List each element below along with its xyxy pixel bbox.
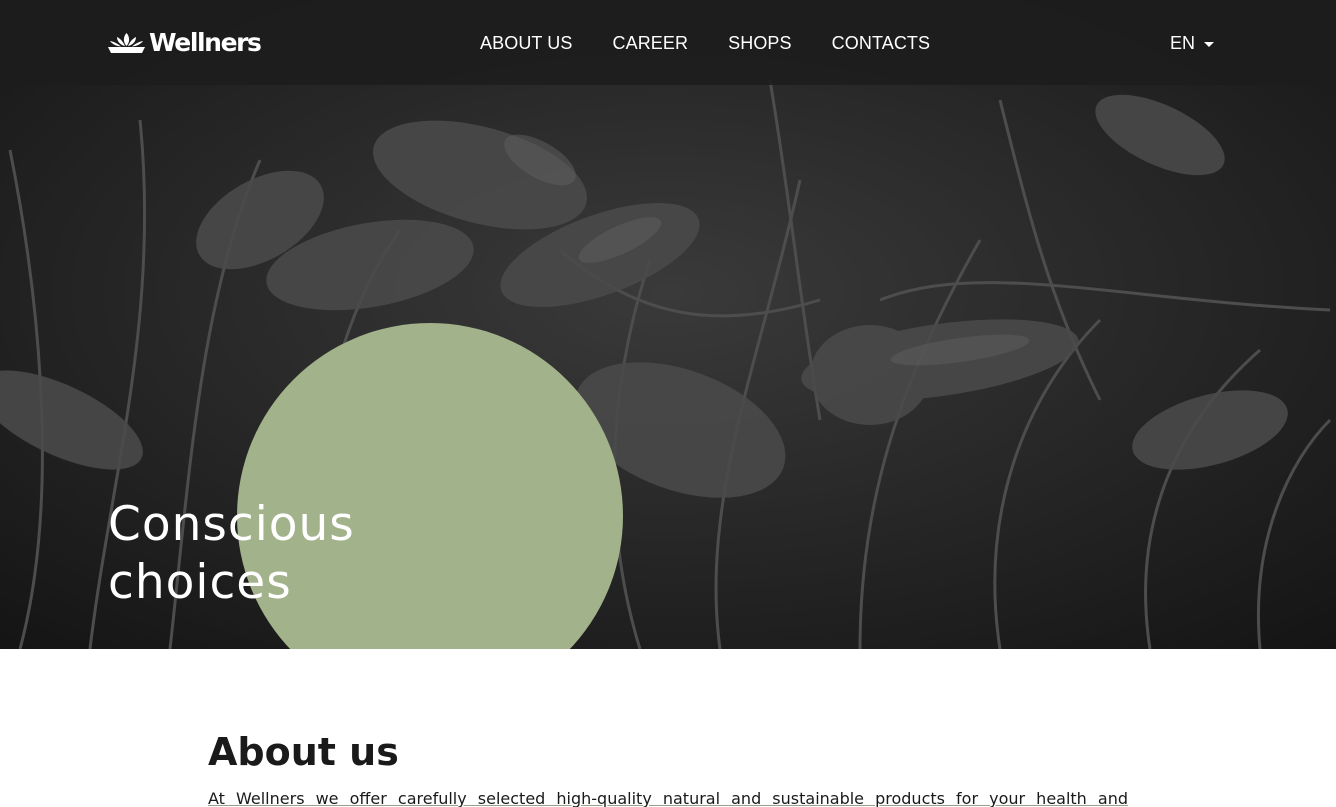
about-title: About us: [208, 730, 399, 774]
main-nav: ABOUT US CAREER SHOPS CONTACTS: [480, 32, 970, 54]
hero-title: Conscious choices: [108, 496, 508, 612]
nav-item-contacts[interactable]: CONTACTS: [832, 32, 930, 54]
lotus-icon: [108, 33, 145, 53]
hero-section: Conscious choices: [0, 0, 1336, 649]
brand-name: Wellners: [149, 28, 262, 57]
hero-title-line-2: choices: [108, 555, 292, 610]
about-text: At Wellners we offer carefully selected …: [208, 788, 1128, 807]
hero-title-line-1: Conscious: [108, 497, 355, 552]
nav-item-career[interactable]: CAREER: [613, 32, 689, 54]
nav-item-shops[interactable]: SHOPS: [728, 32, 792, 54]
about-text-content: At Wellners we offer carefully selected …: [208, 789, 1128, 807]
language-selected: EN: [1170, 33, 1196, 53]
language-selector[interactable]: EN: [1170, 32, 1215, 54]
nav-item-about-us[interactable]: ABOUT US: [480, 32, 573, 54]
top-navbar: Wellners ABOUT US CAREER SHOPS CONTACTS …: [0, 0, 1336, 85]
caret-down-icon: [1204, 41, 1215, 47]
brand-logo[interactable]: Wellners: [108, 28, 262, 57]
